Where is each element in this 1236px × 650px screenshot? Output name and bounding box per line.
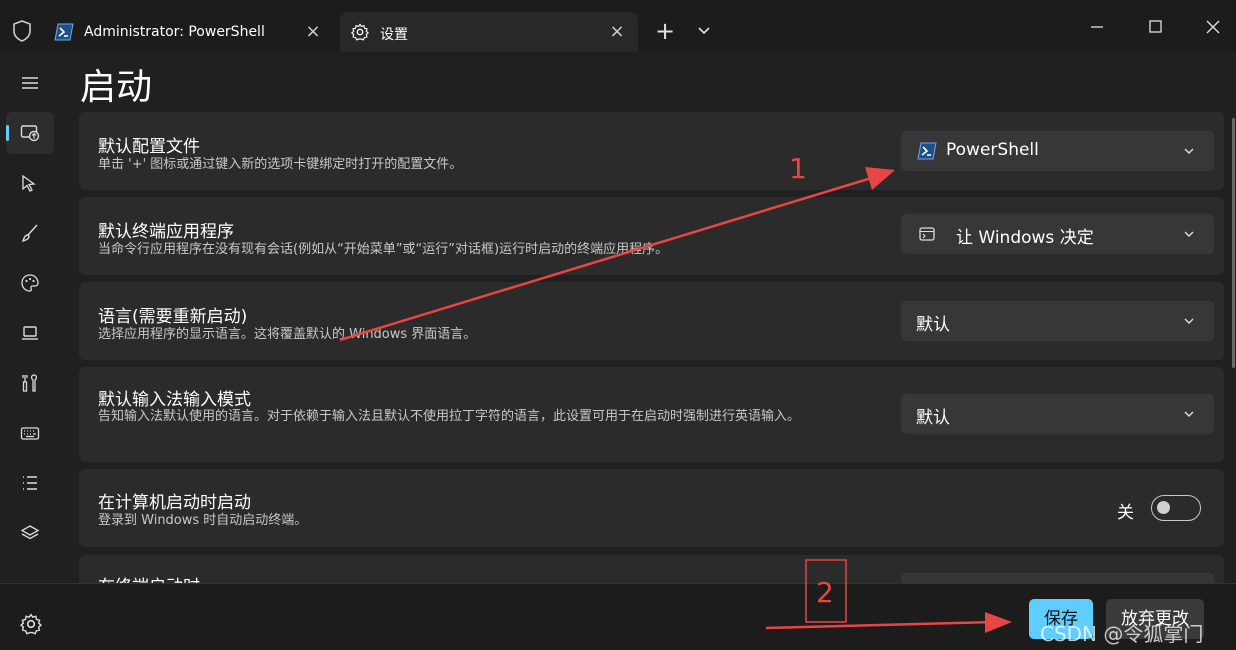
chevron-down-icon bbox=[1184, 231, 1194, 237]
close-tab-icon[interactable]: × bbox=[608, 21, 626, 43]
language-dropdown[interactable]: 默认 bbox=[901, 301, 1214, 341]
setting-title: 在终端启动时 bbox=[98, 572, 200, 583]
terminal-startup-dropdown[interactable] bbox=[901, 573, 1214, 583]
nav-item-actions[interactable] bbox=[6, 412, 54, 454]
setting-title: 默认终端应用程序 bbox=[98, 222, 234, 242]
close-tab-icon[interactable]: × bbox=[304, 21, 322, 43]
maximize-icon[interactable] bbox=[1132, 10, 1178, 44]
setting-description: 当命令行应用程序在没有现有会话(例如从“开始菜单”或“运行”对话框)运行时启动的… bbox=[98, 242, 669, 257]
pointer-icon bbox=[22, 174, 36, 192]
default-profile-dropdown[interactable]: PowerShell bbox=[901, 131, 1214, 171]
nav-item-interaction[interactable] bbox=[6, 162, 54, 204]
setting-ime-mode: 默认输入法输入模式 告知输入法默认使用的语言。对于依赖于输入法且默认不使用拉丁字… bbox=[79, 367, 1224, 462]
terminal-app-icon bbox=[919, 227, 935, 241]
title-bar: Administrator: PowerShell × 设置 × + bbox=[0, 0, 1236, 52]
launch-on-startup-toggle[interactable] bbox=[1151, 495, 1201, 521]
setting-title: 默认配置文件 bbox=[98, 137, 200, 157]
list-icon bbox=[23, 476, 37, 490]
navigation-rail bbox=[0, 52, 64, 650]
nav-item-appearance[interactable] bbox=[6, 212, 54, 254]
minimize-icon[interactable] bbox=[1074, 10, 1120, 44]
tab-settings[interactable]: 设置 × bbox=[340, 12, 638, 52]
startup-icon bbox=[20, 125, 40, 142]
setting-title: 在计算机启动时启动 bbox=[98, 493, 251, 513]
setting-language: 语言(需要重新启动) 选择应用程序的显示语言。这将覆盖默认的 Windows 界… bbox=[79, 282, 1224, 360]
tab-powershell[interactable]: Administrator: PowerShell × bbox=[44, 12, 334, 52]
new-tab-button[interactable]: + bbox=[654, 19, 676, 43]
powershell-icon bbox=[54, 23, 74, 41]
setting-description: 单击 '+' 图标或通过键入新的选项卡键绑定时打开的配置文件。 bbox=[98, 157, 463, 172]
brush-icon bbox=[21, 224, 38, 242]
open-json-settings-icon[interactable] bbox=[20, 613, 42, 635]
nav-item-color-schemes[interactable] bbox=[6, 262, 54, 304]
setting-description: 选择应用程序的显示语言。这将覆盖默认的 Windows 界面语言。 bbox=[98, 327, 477, 342]
watermark: CSDN @令狐掌门 bbox=[1040, 622, 1204, 646]
chevron-down-icon bbox=[1184, 148, 1194, 154]
page-title: 启动 bbox=[80, 67, 153, 108]
layers-icon bbox=[20, 525, 40, 540]
nav-item-defaults[interactable] bbox=[6, 512, 54, 554]
chevron-down-icon bbox=[1184, 318, 1194, 324]
nav-item-startup[interactable] bbox=[6, 112, 54, 154]
tab-title: Administrator: PowerShell bbox=[84, 24, 265, 40]
chevron-down-icon[interactable] bbox=[694, 20, 714, 42]
hamburger-menu-button[interactable] bbox=[6, 62, 54, 104]
setting-launch-on-startup: 在计算机启动时启动 登录到 Windows 时自动启动终端。 bbox=[79, 469, 1224, 547]
keyboard-icon bbox=[20, 427, 40, 440]
hamburger-icon bbox=[22, 77, 38, 89]
dropdown-value: 默认 bbox=[916, 408, 950, 428]
setting-description: 登录到 Windows 时自动启动终端。 bbox=[98, 513, 308, 528]
dropdown-value: PowerShell bbox=[946, 140, 1039, 160]
nav-item-new-tab-menu[interactable] bbox=[6, 462, 54, 504]
tab-title: 设置 bbox=[380, 27, 408, 43]
annotation-number: 2 bbox=[816, 576, 834, 609]
setting-default-profile: 默认配置文件 单击 '+' 图标或通过键入新的选项卡键绑定时打开的配置文件。 P… bbox=[79, 112, 1224, 190]
dropdown-value: 默认 bbox=[916, 315, 950, 335]
setting-description: 告知输入法默认使用的语言。对于依赖于输入法且默认不使用拉丁字符的语言，此设置可用… bbox=[98, 409, 801, 424]
gear-icon bbox=[351, 23, 369, 41]
chevron-down-icon bbox=[1184, 411, 1194, 417]
setting-default-terminal: 默认终端应用程序 当命令行应用程序在没有现有会话(例如从“开始菜单”或“运行”对… bbox=[79, 197, 1224, 275]
toggle-knob bbox=[1157, 501, 1170, 514]
nav-item-compatibility[interactable] bbox=[6, 362, 54, 404]
shield-icon bbox=[13, 20, 31, 42]
dropdown-value: 让 Windows 决定 bbox=[956, 228, 1094, 248]
setting-on-terminal-startup: 在终端启动时 bbox=[79, 555, 1224, 583]
setting-title: 语言(需要重新启动) bbox=[98, 307, 248, 327]
palette-icon bbox=[21, 274, 39, 292]
toggle-state-label: 关 bbox=[1117, 503, 1134, 523]
close-window-icon[interactable] bbox=[1190, 10, 1236, 44]
powershell-icon bbox=[917, 142, 937, 160]
annotation-number: 1 bbox=[789, 152, 807, 185]
default-terminal-dropdown[interactable]: 让 Windows 决定 bbox=[901, 214, 1214, 254]
laptop-icon bbox=[22, 326, 38, 340]
ime-mode-dropdown[interactable]: 默认 bbox=[901, 394, 1214, 434]
scrollbar[interactable] bbox=[1232, 118, 1235, 368]
nav-item-rendering[interactable] bbox=[6, 312, 54, 354]
tools-icon bbox=[22, 374, 38, 392]
